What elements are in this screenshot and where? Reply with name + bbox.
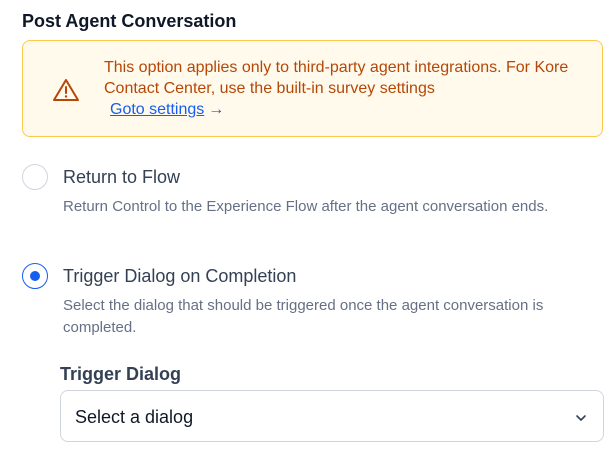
radio-label-trigger-dialog: Trigger Dialog on Completion bbox=[63, 266, 297, 286]
warning-message: This option applies only to third-party … bbox=[104, 59, 569, 97]
warning-text: This option applies only to third-party … bbox=[104, 57, 584, 120]
radio-return-to-flow[interactable] bbox=[22, 164, 48, 190]
trigger-dialog-select[interactable]: Select a dialog bbox=[60, 390, 604, 442]
radio-option-return-to-flow[interactable]: Return to Flow Return Control to the Exp… bbox=[22, 164, 612, 244]
goto-settings-link[interactable]: Goto settings → bbox=[110, 99, 224, 120]
radio-selected-dot bbox=[30, 271, 40, 281]
warning-banner: This option applies only to third-party … bbox=[22, 40, 603, 137]
radio-description-return-to-flow: Return Control to the Experience Flow af… bbox=[63, 198, 549, 215]
radio-label-return-to-flow: Return to Flow bbox=[63, 167, 181, 187]
arrow-right-icon: → bbox=[208, 101, 225, 118]
radio-description-trigger-dialog: Select the dialog that should be trigger… bbox=[63, 297, 544, 336]
radio-trigger-dialog[interactable] bbox=[22, 263, 48, 289]
goto-settings-label: Goto settings bbox=[110, 101, 205, 118]
warning-triangle-icon bbox=[52, 77, 80, 103]
trigger-dialog-label: Trigger Dialog bbox=[60, 364, 182, 384]
trigger-dialog-select-value: Select a dialog bbox=[75, 407, 194, 427]
section-title: Post Agent Conversation bbox=[22, 11, 237, 31]
radio-option-trigger-dialog[interactable]: Trigger Dialog on Completion Select the … bbox=[22, 263, 612, 343]
chevron-down-icon bbox=[575, 411, 587, 423]
